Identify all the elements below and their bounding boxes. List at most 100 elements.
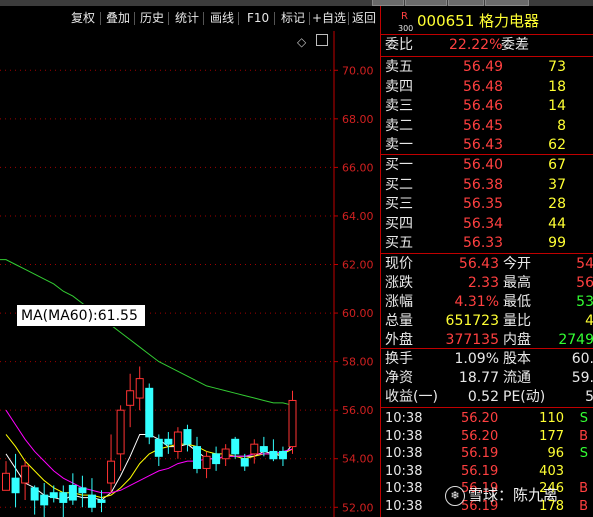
candle-body[interactable] — [59, 492, 68, 503]
chart-maximize-icon[interactable] — [316, 34, 328, 46]
candle-body[interactable] — [269, 450, 278, 460]
candle-body[interactable] — [87, 494, 96, 508]
candle-body[interactable] — [126, 390, 135, 406]
kline-chart-svg: 70.00 68.00 66.00 64.00 62.00 60.00 58.00 56.00… — [0, 31, 374, 517]
candle-body[interactable] — [202, 455, 211, 469]
stat-value: 651723 — [445, 313, 499, 329]
trade-row: 10:38 56.19 403 — [381, 462, 593, 481]
stat-row: 总量 651723 量比 4 — [381, 312, 593, 331]
weibi-row: 委比 22.22% 委差 — [381, 36, 593, 55]
bid-row[interactable]: 买四 56.34 44 — [381, 215, 593, 234]
candle-body[interactable] — [231, 438, 240, 455]
candle-body[interactable] — [49, 492, 58, 499]
candle-body[interactable] — [164, 438, 173, 445]
candle-body[interactable] — [116, 409, 125, 455]
bid-row[interactable]: 买三 56.35 28 — [381, 195, 593, 214]
candle-body[interactable] — [107, 460, 116, 484]
stat-label: 收益(一) — [385, 389, 438, 405]
bid-label: 买五 — [385, 235, 413, 252]
stat-row: 净资 18.77 流通 59. — [381, 369, 593, 388]
y-tick-label: 60.00 — [342, 307, 374, 320]
y-tick-label: 66.00 — [342, 161, 374, 174]
candle-body[interactable] — [259, 446, 268, 452]
chart-settings-icon[interactable]: ◇ — [297, 35, 306, 49]
ask-row[interactable]: 卖三 56.46 14 — [381, 97, 593, 116]
kline-chart[interactable]: 70.00 68.00 66.00 64.00 62.00 60.00 58.00 56.00… — [0, 31, 380, 517]
trade-volume: 403 — [539, 463, 564, 479]
candle-body[interactable] — [183, 429, 192, 445]
bid-row[interactable]: 买五 56.33 99 — [381, 234, 593, 253]
stat-label: 总量 — [385, 313, 413, 329]
candle-body[interactable] — [288, 399, 297, 448]
toolbar-button-overlay[interactable]: 叠加 — [106, 10, 130, 27]
trade-side: B — [579, 428, 588, 444]
candle-body[interactable] — [278, 450, 287, 460]
trade-side: S — [579, 446, 588, 461]
trade-price: 56.19 — [461, 463, 499, 479]
candle-body[interactable] — [212, 453, 221, 465]
candle-body[interactable] — [97, 499, 106, 503]
candle-body[interactable] — [154, 438, 163, 457]
toolbar-button-fuquan[interactable]: 复权 — [71, 10, 95, 27]
y-tick-label: 68.00 — [342, 113, 374, 126]
candle-body[interactable] — [173, 431, 182, 452]
trade-side: S — [579, 411, 588, 426]
candle-body[interactable] — [78, 487, 87, 494]
ask-row[interactable]: 卖四 56.48 18 — [381, 78, 593, 97]
ma60-tooltip: MA(MA60):61.55 — [16, 304, 146, 327]
toolbar-button-add-watchlist[interactable]: +自选 — [312, 10, 346, 27]
trade-row: 10:38 56.19 96 S — [381, 444, 593, 463]
candle-body[interactable] — [21, 465, 30, 484]
stat-value: 59. — [571, 370, 593, 386]
trade-row: 10:38 56.20 110 S — [381, 409, 593, 428]
candle-body[interactable] — [145, 387, 154, 438]
candle-body[interactable] — [193, 446, 201, 469]
trade-volume: 110 — [539, 411, 564, 426]
trade-row: 10:38 56.20 177 B — [381, 427, 593, 446]
bid-row[interactable]: 买一 56.40 67 — [381, 156, 593, 175]
toolbar-button-draw[interactable]: 画线 — [210, 10, 234, 27]
toolbar-button-stats[interactable]: 统计 — [175, 10, 199, 27]
ask-label: 卖五 — [385, 59, 413, 75]
toolbar-button-history[interactable]: 历史 — [140, 10, 164, 27]
toolbar-button-f10[interactable]: F10 — [247, 10, 269, 27]
candle-body[interactable] — [2, 472, 10, 491]
stat-row: 收益(一) 0.52 PE(动) 5 — [381, 388, 593, 407]
candle-body[interactable] — [30, 487, 39, 501]
stat-row: 现价 56.43 今开 54 — [381, 255, 593, 274]
ask-price: 56.45 — [463, 117, 504, 134]
candle-body[interactable] — [221, 448, 230, 460]
ask-row[interactable]: 卖一 56.43 62 — [381, 136, 593, 155]
candle-body[interactable] — [68, 484, 77, 501]
stat-label: 涨幅 — [385, 294, 413, 310]
stock-code-name[interactable]: 000651 格力电器 — [417, 12, 539, 31]
bid-row[interactable]: 买二 56.38 37 — [381, 176, 593, 195]
stat-label: 今开 — [503, 256, 531, 272]
y-tick-label: 56.00 — [342, 404, 374, 417]
candle-body[interactable] — [135, 378, 144, 399]
toolbar-button-mark[interactable]: 标记 — [281, 10, 305, 27]
bid-volume: 44 — [548, 215, 566, 232]
bid-volume: 37 — [548, 176, 566, 193]
stat-value: 54 — [576, 256, 593, 272]
ask-row[interactable]: 卖五 56.49 73 — [381, 58, 593, 77]
stat-row: 涨幅 4.31% 最低 53 — [381, 293, 593, 312]
watermark-text: 雪球：陈九离 — [468, 486, 559, 504]
bid-price: 56.33 — [463, 235, 504, 252]
bid-label: 买一 — [385, 157, 413, 173]
candle-body[interactable] — [250, 443, 259, 455]
trade-price: 56.20 — [461, 428, 499, 444]
stat-label: 净资 — [385, 370, 413, 386]
candle-body[interactable] — [240, 458, 249, 467]
stat-label: 涨跌 — [385, 275, 413, 291]
trade-time: 10:38 — [385, 428, 423, 444]
candle-body[interactable] — [11, 477, 20, 494]
bid-label: 买四 — [385, 215, 413, 232]
toolbar-button-back[interactable]: 返回 — [352, 10, 376, 27]
candle-body[interactable] — [40, 494, 49, 506]
bid-volume: 99 — [548, 235, 566, 252]
ask-row[interactable]: 卖二 56.45 8 — [381, 117, 593, 136]
y-tick-label: 70.00 — [342, 64, 374, 77]
xueqiu-logo-icon: ❄ — [445, 485, 465, 506]
bid-volume: 28 — [548, 196, 566, 213]
